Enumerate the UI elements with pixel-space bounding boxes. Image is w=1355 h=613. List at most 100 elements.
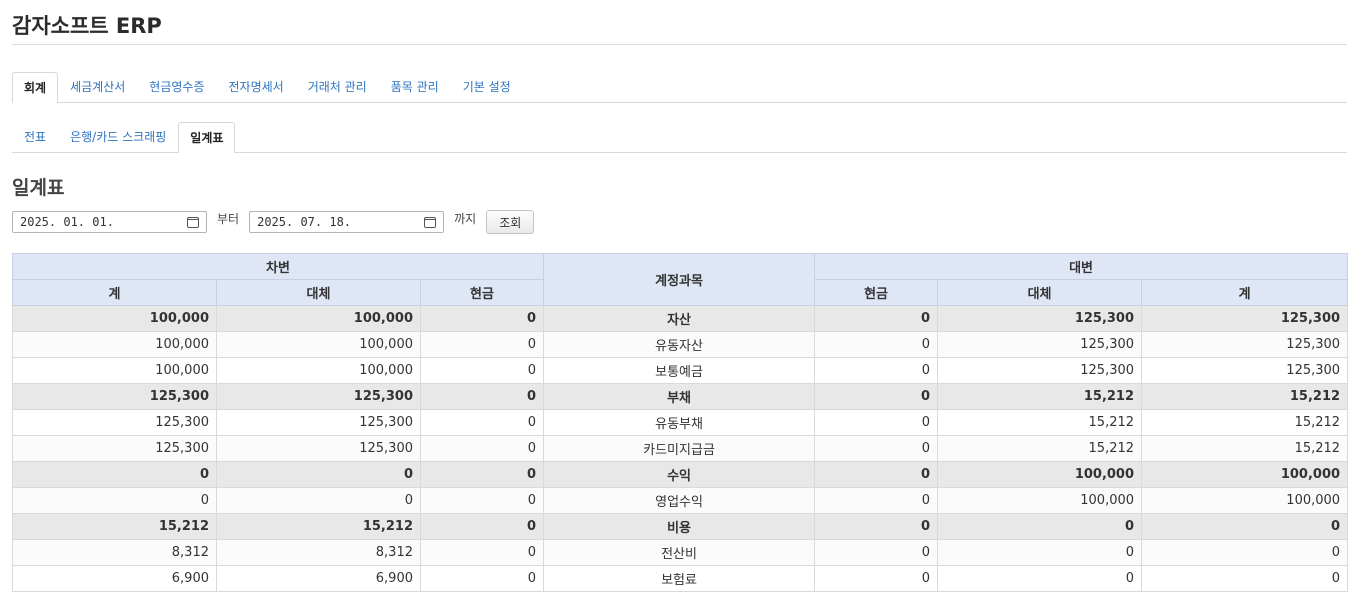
account-name-cell: 부채 (543, 383, 816, 410)
debit-transfer-cell: 125,300 (216, 383, 421, 410)
debit-transfer-cell: 125,300 (216, 409, 421, 436)
daily-ledger-table: 차변 계정과목 대변 계 대체 현금 현금 대체 계 100,000 100,00… (11, 253, 1349, 592)
credit-total-cell: 15,212 (1141, 383, 1349, 410)
account-group-row: 100,000 100,000 0 자산 0 125,300 125,300 (12, 305, 1349, 332)
credit-total-cell: 125,300 (1141, 357, 1349, 384)
debit-cash-cell: 0 (419, 565, 545, 592)
debit-total-cell: 100,000 (12, 357, 217, 384)
account-name-cell: 전산비 (543, 539, 816, 566)
debit-transfer-cell: 8,312 (216, 539, 421, 566)
debit-transfer-cell: 6,900 (216, 565, 421, 592)
debit-transfer-cell: 100,000 (216, 305, 421, 332)
debit-cash-cell: 0 (419, 383, 545, 410)
credit-transfer-cell: 0 (937, 565, 1143, 592)
debit-transfer-cell: 0 (216, 461, 421, 488)
subtab-voucher[interactable]: 전표 (12, 121, 58, 152)
debit-cash-cell: 0 (419, 435, 545, 462)
app-title: 감자소프트 ERP (12, 0, 1347, 45)
app-container: 감자소프트 ERP 회계 세금계산서 현금영수증 전자명세서 거래처 관리 품목… (0, 0, 1355, 592)
end-date-value: 2025. 07. 18. (257, 215, 352, 229)
credit-transfer-cell: 125,300 (937, 331, 1143, 358)
debit-total-cell: 125,300 (12, 435, 217, 462)
sub-tab-bar: 전표 은행/카드 스크래핑 일계표 (12, 121, 1347, 153)
credit-total-cell: 125,300 (1141, 331, 1349, 358)
account-name-cell: 영업수익 (543, 487, 816, 514)
debit-transfer-cell: 100,000 (216, 331, 421, 358)
calendar-icon[interactable] (424, 216, 437, 228)
debit-total-cell: 100,000 (12, 331, 217, 358)
credit-header: 대변 (814, 253, 1349, 280)
credit-transfer-cell: 15,212 (937, 409, 1143, 436)
credit-cash-header: 현금 (814, 279, 939, 306)
credit-transfer-cell: 125,300 (937, 305, 1143, 332)
debit-total-cell: 0 (12, 487, 217, 514)
calendar-icon[interactable] (187, 216, 199, 228)
tab-tax-invoice[interactable]: 세금계산서 (58, 71, 137, 102)
credit-transfer-cell: 100,000 (937, 487, 1143, 514)
debit-cash-cell: 0 (419, 357, 545, 384)
debit-cash-cell: 0 (419, 461, 545, 488)
debit-transfer-cell: 100,000 (216, 357, 421, 384)
tab-basic-settings[interactable]: 기본 설정 (451, 71, 523, 102)
start-date-input[interactable]: 2025. 01. 01. (12, 211, 207, 233)
account-item-row: 0 0 0 영업수익 0 100,000 100,000 (12, 487, 1349, 514)
credit-transfer-cell: 125,300 (937, 357, 1143, 384)
debit-total-cell: 125,300 (12, 383, 217, 410)
credit-cash-cell: 0 (814, 331, 939, 358)
debit-cash-cell: 0 (419, 305, 545, 332)
debit-cash-cell: 0 (419, 409, 545, 436)
credit-cash-cell: 0 (814, 383, 939, 410)
account-name-cell: 수익 (543, 461, 816, 488)
credit-cash-cell: 0 (814, 565, 939, 592)
credit-transfer-cell: 0 (937, 513, 1143, 540)
debit-cash-cell: 0 (419, 539, 545, 566)
tab-cash-receipt[interactable]: 현금영수증 (137, 71, 216, 102)
end-date-input[interactable]: 2025. 07. 18. (249, 211, 445, 233)
ledger-body: 100,000 100,000 0 자산 0 125,300 125,300 100,000 1… (12, 305, 1349, 592)
subtab-daily-ledger[interactable]: 일계표 (178, 122, 236, 153)
credit-cash-cell: 0 (814, 461, 939, 488)
credit-cash-cell: 0 (814, 539, 939, 566)
credit-total-header: 계 (1141, 279, 1349, 306)
credit-cash-cell: 0 (814, 305, 939, 332)
debit-cash-cell: 0 (419, 513, 545, 540)
debit-total-cell: 15,212 (12, 513, 217, 540)
account-name-cell: 유동자산 (543, 331, 816, 358)
account-item-row: 8,312 8,312 0 전산비 0 0 0 (12, 539, 1349, 566)
to-label: 까지 (454, 211, 477, 226)
subtab-bank-card-scraping[interactable]: 은행/카드 스크래핑 (58, 121, 178, 152)
tab-accounting[interactable]: 회계 (12, 72, 59, 103)
debit-cash-header: 현금 (419, 279, 545, 306)
account-group-row: 0 0 0 수익 0 100,000 100,000 (12, 461, 1349, 488)
debit-total-cell: 0 (12, 461, 217, 488)
debit-total-header: 계 (12, 279, 217, 306)
debit-total-cell: 125,300 (12, 409, 217, 436)
credit-cash-cell: 0 (814, 487, 939, 514)
from-label: 부터 (217, 211, 240, 226)
debit-total-cell: 100,000 (12, 305, 217, 332)
credit-total-cell: 15,212 (1141, 435, 1349, 462)
credit-total-cell: 125,300 (1141, 305, 1349, 332)
credit-cash-cell: 0 (814, 409, 939, 436)
credit-transfer-cell: 15,212 (937, 435, 1143, 462)
tab-item-management[interactable]: 품목 관리 (379, 71, 451, 102)
debit-cash-cell: 0 (419, 331, 545, 358)
tab-client-management[interactable]: 거래처 관리 (296, 71, 379, 102)
credit-total-cell: 0 (1141, 565, 1349, 592)
credit-cash-cell: 0 (814, 357, 939, 384)
credit-total-cell: 0 (1141, 539, 1349, 566)
credit-cash-cell: 0 (814, 435, 939, 462)
account-group-row: 125,300 125,300 0 부채 0 15,212 15,212 (12, 383, 1349, 410)
account-name-cell: 보험료 (543, 565, 816, 592)
debit-transfer-cell: 0 (216, 487, 421, 514)
account-item-row: 125,300 125,300 0 유동부채 0 15,212 15,212 (12, 409, 1349, 436)
debit-transfer-cell: 15,212 (216, 513, 421, 540)
account-name-cell: 자산 (543, 305, 816, 332)
main-tab-bar: 회계 세금계산서 현금영수증 전자명세서 거래처 관리 품목 관리 기본 설정 (12, 71, 1347, 103)
credit-transfer-cell: 0 (937, 539, 1143, 566)
credit-total-cell: 100,000 (1141, 461, 1349, 488)
tab-e-statement[interactable]: 전자명세서 (217, 71, 296, 102)
debit-total-cell: 6,900 (12, 565, 217, 592)
search-button[interactable]: 조회 (486, 210, 535, 234)
account-item-row: 100,000 100,000 0 유동자산 0 125,300 125,300 (12, 331, 1349, 358)
